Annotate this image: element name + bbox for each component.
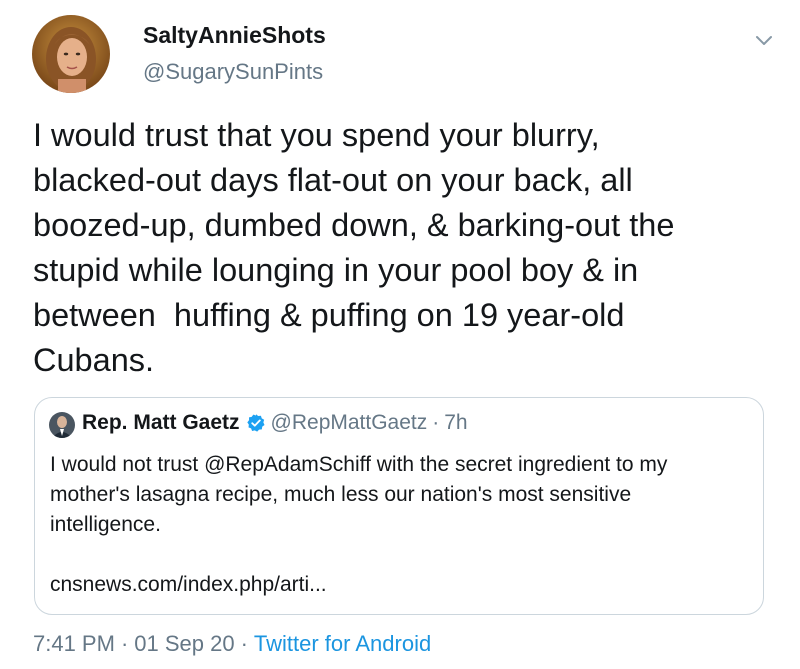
tweet-text-line: between huffing & puffing on 19 year-old <box>33 297 625 333</box>
quoted-avatar-photo <box>49 412 75 438</box>
quoted-handle[interactable]: @RepMattGaetz <box>271 411 428 435</box>
author-display-name[interactable]: SaltyAnnieShots <box>143 22 326 49</box>
tweet-text-line: blacked-out days flat-out on your back, … <box>33 162 633 198</box>
quoted-tweet-text: I would not trust @RepAdamSchiff with th… <box>50 450 755 540</box>
chevron-down-icon[interactable] <box>752 28 776 52</box>
verified-badge-icon <box>246 413 266 433</box>
quoted-display-name[interactable]: Rep. Matt Gaetz <box>82 411 240 435</box>
quoted-tweet-card[interactable]: Rep. Matt Gaetz @RepMattGaetz · 7h I wou… <box>34 397 764 615</box>
quoted-link[interactable]: cnsnews.com/index.php/arti... <box>50 573 327 597</box>
quoted-header: Rep. Matt Gaetz @RepMattGaetz · 7h <box>82 411 468 435</box>
separator-dot: · <box>240 631 248 656</box>
separator-dot: · <box>432 411 440 434</box>
avatar-photo <box>32 15 110 93</box>
tweet-meta: 7:41 PM · 01 Sep 20 · Twitter for Android <box>33 631 431 657</box>
quoted-text-line: I would not trust @RepAdamSchiff with th… <box>50 453 668 476</box>
author-handle[interactable]: @SugarySunPints <box>143 59 323 85</box>
tweet-text-line: boozed-up, dumbed down, & barking-out th… <box>33 207 675 243</box>
tweet-text-line: Cubans. <box>33 342 155 378</box>
quoted-text-line: intelligence. <box>50 513 161 536</box>
tweet-source-link[interactable]: Twitter for Android <box>254 631 431 656</box>
tweet-text-line: stupid while lounging in your pool boy &… <box>33 252 639 288</box>
tweet-text-line: I would trust that you spend your blurry… <box>33 117 600 153</box>
quoted-text-line: mother's lasagna recipe, much less our n… <box>50 483 632 506</box>
quoted-timestamp[interactable]: 7h <box>444 411 467 435</box>
tweet-time[interactable]: 7:41 PM <box>33 631 115 656</box>
separator-dot: · <box>120 631 129 656</box>
avatar[interactable] <box>32 15 110 93</box>
tweet-text: I would trust that you spend your blurry… <box>33 113 773 383</box>
quoted-avatar[interactable] <box>49 412 75 438</box>
tweet-date[interactable]: 01 Sep 20 <box>134 631 234 656</box>
